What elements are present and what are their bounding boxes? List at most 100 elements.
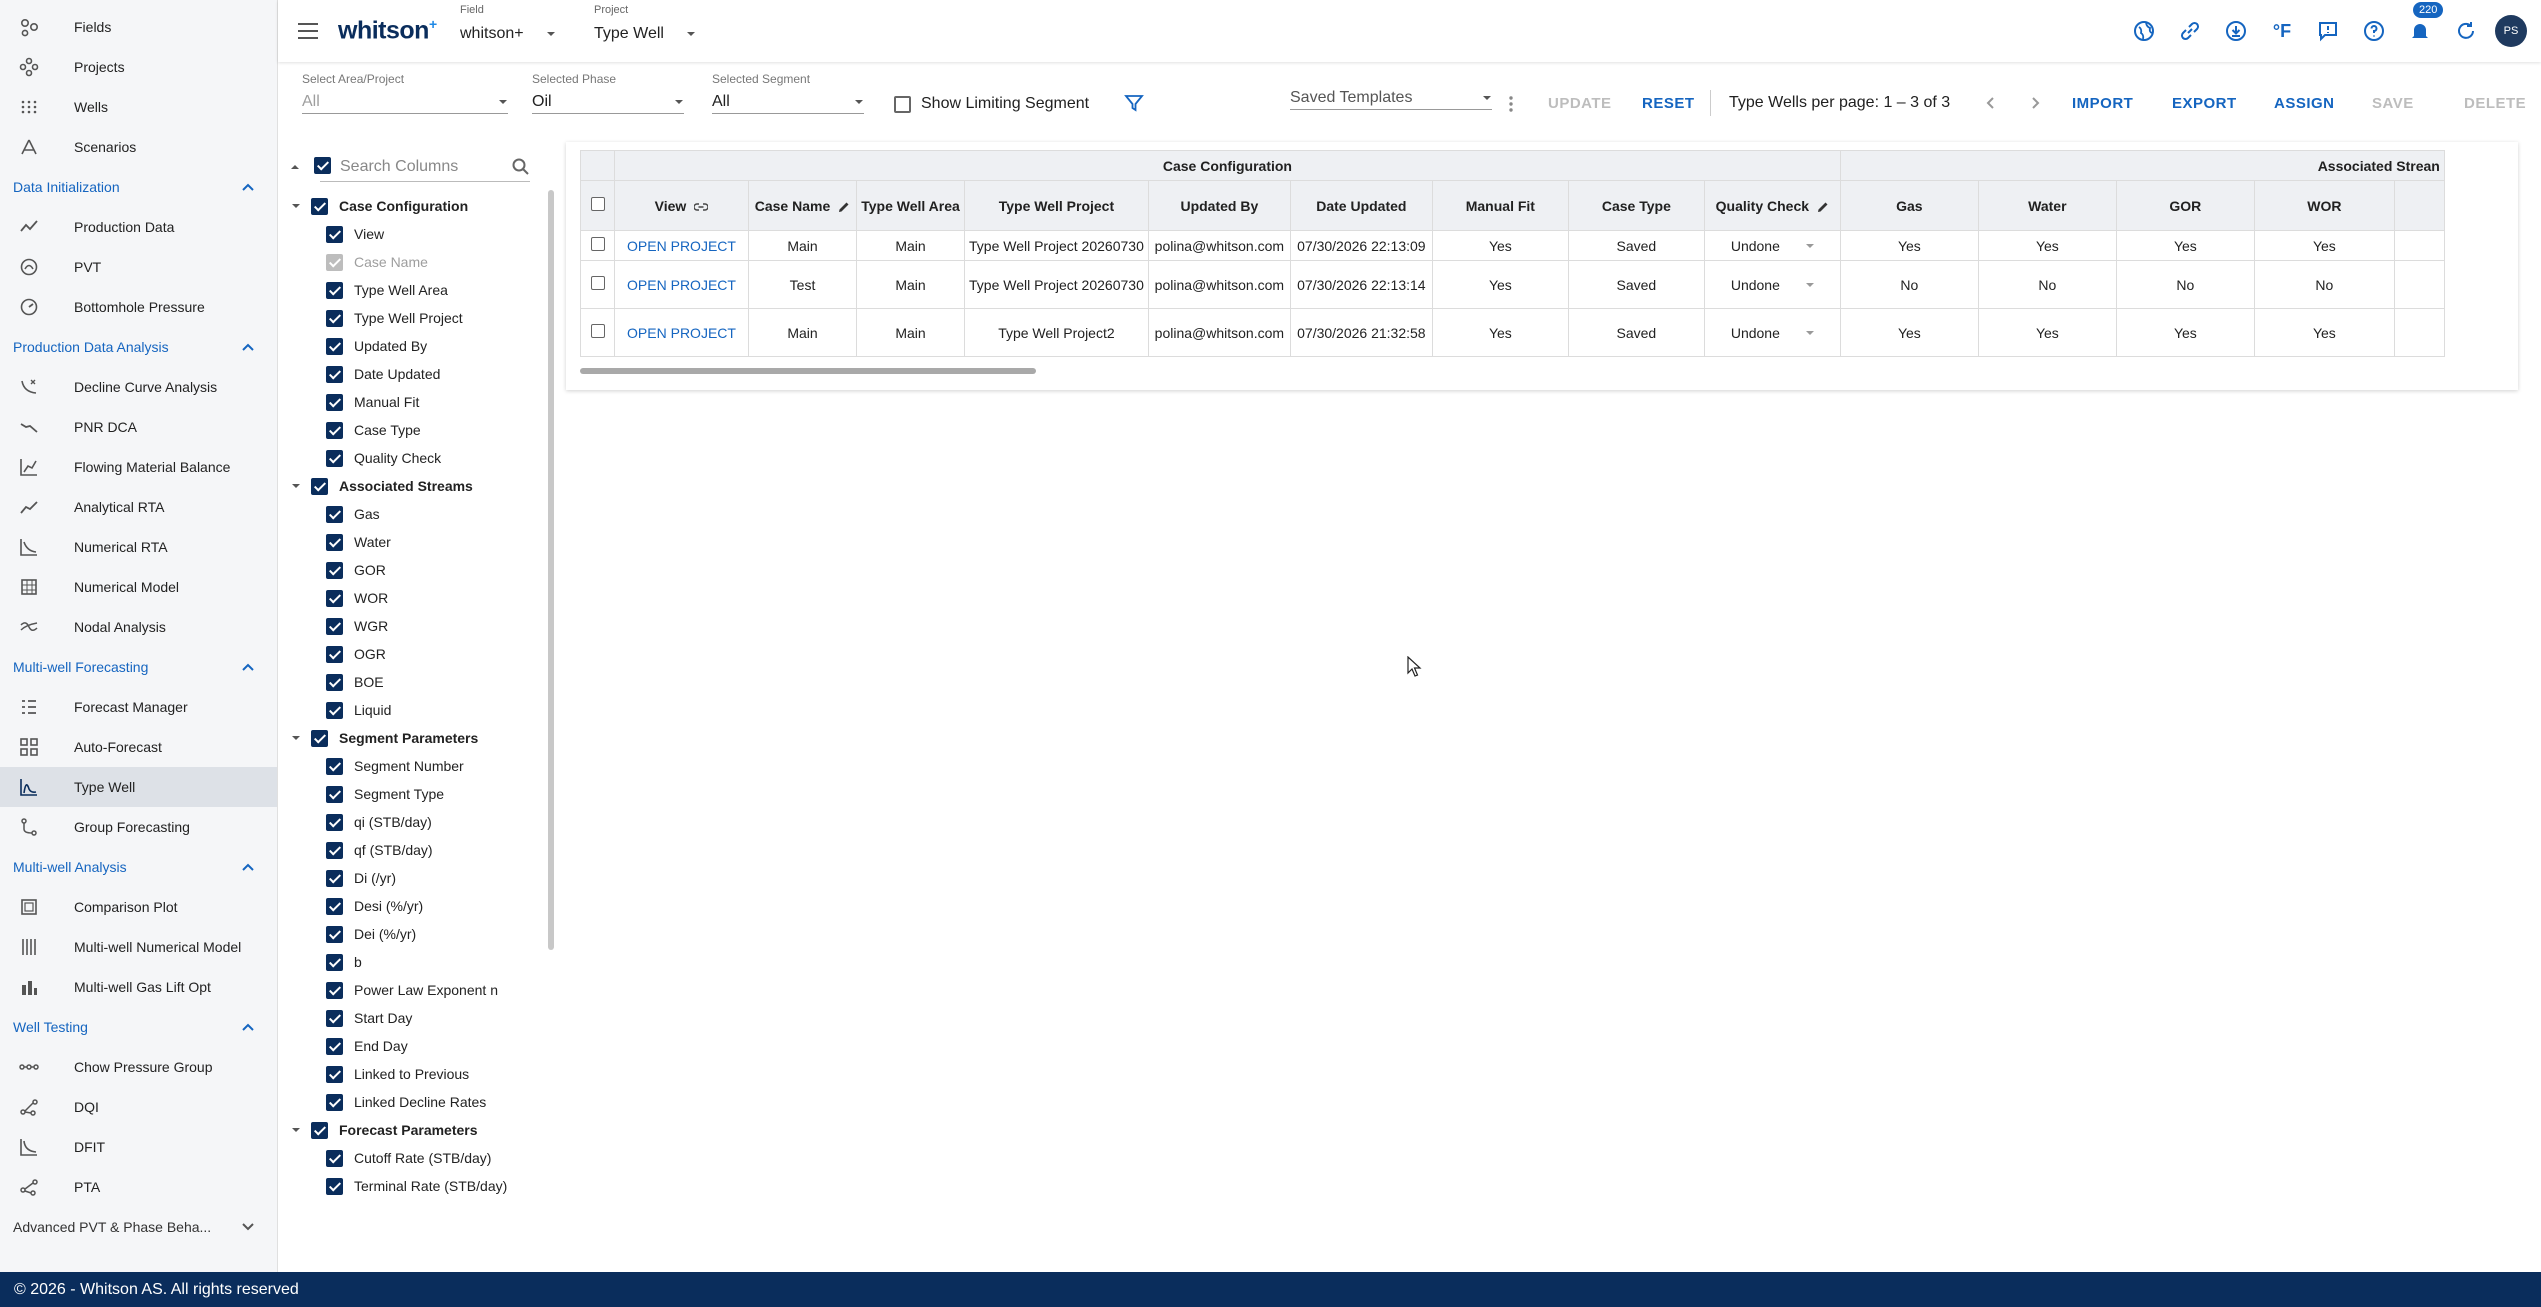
download-icon[interactable] [2219,14,2253,48]
sidebar-section-data-initialization[interactable]: Data Initialization [0,167,277,207]
more-vert-icon[interactable] [1508,94,1514,114]
sidebar-item-multi-well-numerical-model[interactable]: Multi-well Numerical Model [0,927,277,967]
link-icon[interactable] [2173,14,2207,48]
column-option-checkbox[interactable] [326,701,343,719]
row-checkbox[interactable] [590,237,605,251]
sidebar-item-decline-curve-analysis[interactable]: Decline Curve Analysis [0,367,277,407]
expand-triangle-icon[interactable] [290,1124,302,1136]
project-select[interactable]: Project Type Well [594,4,696,43]
column-option-desi-yr[interactable]: Desi (%/yr) [326,892,423,920]
column-option-checkbox[interactable] [326,365,343,383]
open-project-link[interactable]: OPEN PROJECT [614,308,749,357]
column-option-linked-to-previous[interactable]: Linked to Previous [326,1060,469,1088]
sidebar-item-type-well[interactable]: Type Well [0,767,277,807]
column-header-gor[interactable]: GOR [2115,180,2255,231]
column-option-checkbox[interactable] [326,561,343,579]
column-option-checkbox[interactable] [326,617,343,635]
notifications-icon[interactable]: 220 [2403,2,2444,48]
column-option-di-yr[interactable]: Di (/yr) [326,864,396,892]
table-row[interactable]: OPEN PROJECT Main Main Type Well Project 20… [580,230,2445,261]
column-option-wgr[interactable]: WGR [326,612,388,640]
column-option-gor[interactable]: GOR [326,556,386,584]
sidebar-item-numerical-model[interactable]: Numerical Model [0,567,277,607]
column-option-checkbox[interactable] [326,925,343,943]
sidebar-item-comparison-plot[interactable]: Comparison Plot [0,887,277,927]
limiting-segment-checkbox[interactable] [894,95,911,113]
column-group-associated-streams[interactable]: Associated Streams [290,472,473,500]
save-button[interactable]: SAVE [2372,95,2414,112]
sidebar-section-production-data-analysis[interactable]: Production Data Analysis [0,327,277,367]
column-header-water[interactable]: Water [1977,180,2117,231]
column-option-checkbox[interactable] [326,1149,343,1167]
column-option-checkbox[interactable] [326,281,343,299]
sidebar-section-advanced-pvt-phase-beha[interactable]: Advanced PVT & Phase Beha... [0,1207,277,1247]
column-option-start-day[interactable]: Start Day [326,1004,412,1032]
column-header-date-updated[interactable]: Date Updated [1289,180,1433,231]
help-icon[interactable] [2357,14,2391,48]
column-option-linked-decline-rates[interactable]: Linked Decline Rates [326,1088,486,1116]
column-option-cutoff-rate-stb-day[interactable]: Cutoff Rate (STB/day) [326,1144,491,1172]
column-header-quality-check[interactable]: Quality Check [1703,180,1841,231]
sidebar-item-dfit[interactable]: DFIT [0,1127,277,1167]
logo[interactable]: whitson+ [338,16,437,45]
column-option-checkbox[interactable] [326,309,343,327]
column-option-gas[interactable]: Gas [326,500,380,528]
expand-triangle-icon[interactable] [290,200,302,212]
column-header-gas[interactable]: Gas [1839,180,1979,231]
cell-quality-check[interactable]: Undone [1703,230,1841,261]
sidebar-section-multi-well-forecasting[interactable]: Multi-well Forecasting [0,647,277,687]
column-option-checkbox[interactable] [326,393,343,411]
avatar[interactable]: PS [2495,15,2527,47]
column-group-segment-parameters[interactable]: Segment Parameters [290,724,478,752]
sidebar-section-well-testing[interactable]: Well Testing [0,1007,277,1047]
column-option-checkbox[interactable] [326,225,343,243]
sidebar-item-chow-pressure-group[interactable]: Chow Pressure Group [0,1047,277,1087]
column-option-checkbox[interactable] [326,757,343,775]
column-header-wor[interactable]: WOR [2253,180,2395,231]
column-header-case-type[interactable]: Case Type [1567,180,1705,231]
sidebar-item-bottomhole-pressure[interactable]: Bottomhole Pressure [0,287,277,327]
sidebar-item-production-data[interactable]: Production Data [0,207,277,247]
column-group-checkbox[interactable] [311,1121,328,1139]
saved-templates-select[interactable]: Saved Templates [1290,82,1492,110]
column-option-dei-yr[interactable]: Dei (%/yr) [326,920,416,948]
column-group-checkbox[interactable] [311,197,328,215]
column-header-type-well-area[interactable]: Type Well Area [856,180,965,231]
column-option-type-well-area[interactable]: Type Well Area [326,276,448,304]
import-button[interactable]: IMPORT [2072,95,2133,112]
column-option-checkbox[interactable] [326,449,343,467]
column-option-date-updated[interactable]: Date Updated [326,360,440,388]
column-option-checkbox[interactable] [326,981,343,999]
feedback-icon[interactable] [2311,14,2345,48]
sidebar-item-forecast-manager[interactable]: Forecast Manager [0,687,277,727]
cell-quality-check[interactable]: Undone [1703,308,1841,357]
sidebar-item-scenarios[interactable]: Scenarios [0,127,277,167]
expand-triangle-icon[interactable] [290,732,302,744]
column-option-checkbox[interactable] [326,1009,343,1027]
column-option-checkbox[interactable] [326,673,343,691]
chevron-right-icon[interactable] [2028,96,2042,110]
column-option-checkbox[interactable] [326,1177,343,1195]
column-group-checkbox[interactable] [311,729,328,747]
table-row[interactable]: OPEN PROJECT Main Main Type Well Project2 po… [580,308,2445,357]
open-project-link[interactable]: OPEN PROJECT [614,230,749,261]
column-option-checkbox[interactable] [326,1093,343,1111]
column-option-segment-type[interactable]: Segment Type [326,780,444,808]
sidebar-item-multi-well-gas-lift-opt[interactable]: Multi-well Gas Lift Opt [0,967,277,1007]
column-option-case-type[interactable]: Case Type [326,416,421,444]
open-project-link[interactable]: OPEN PROJECT [614,260,749,309]
column-option-checkbox[interactable] [326,645,343,663]
column-group-case-configuration[interactable]: Case Configuration [290,192,468,220]
search-columns-input[interactable]: Search Columns [320,152,530,182]
column-option-liquid[interactable]: Liquid [326,696,391,724]
column-option-checkbox[interactable] [326,841,343,859]
phase-select[interactable]: Selected Phase Oil [532,72,684,114]
segment-select[interactable]: Selected Segment All [712,72,864,114]
reset-button[interactable]: RESET [1642,95,1695,112]
column-option-updated-by[interactable]: Updated By [326,332,427,360]
column-group-forecast-parameters[interactable]: Forecast Parameters [290,1116,478,1144]
assign-button[interactable]: ASSIGN [2274,95,2335,112]
column-option-quality-check[interactable]: Quality Check [326,444,441,472]
filter-icon[interactable] [1124,93,1144,113]
temperature-unit-toggle[interactable]: °F [2265,14,2299,48]
